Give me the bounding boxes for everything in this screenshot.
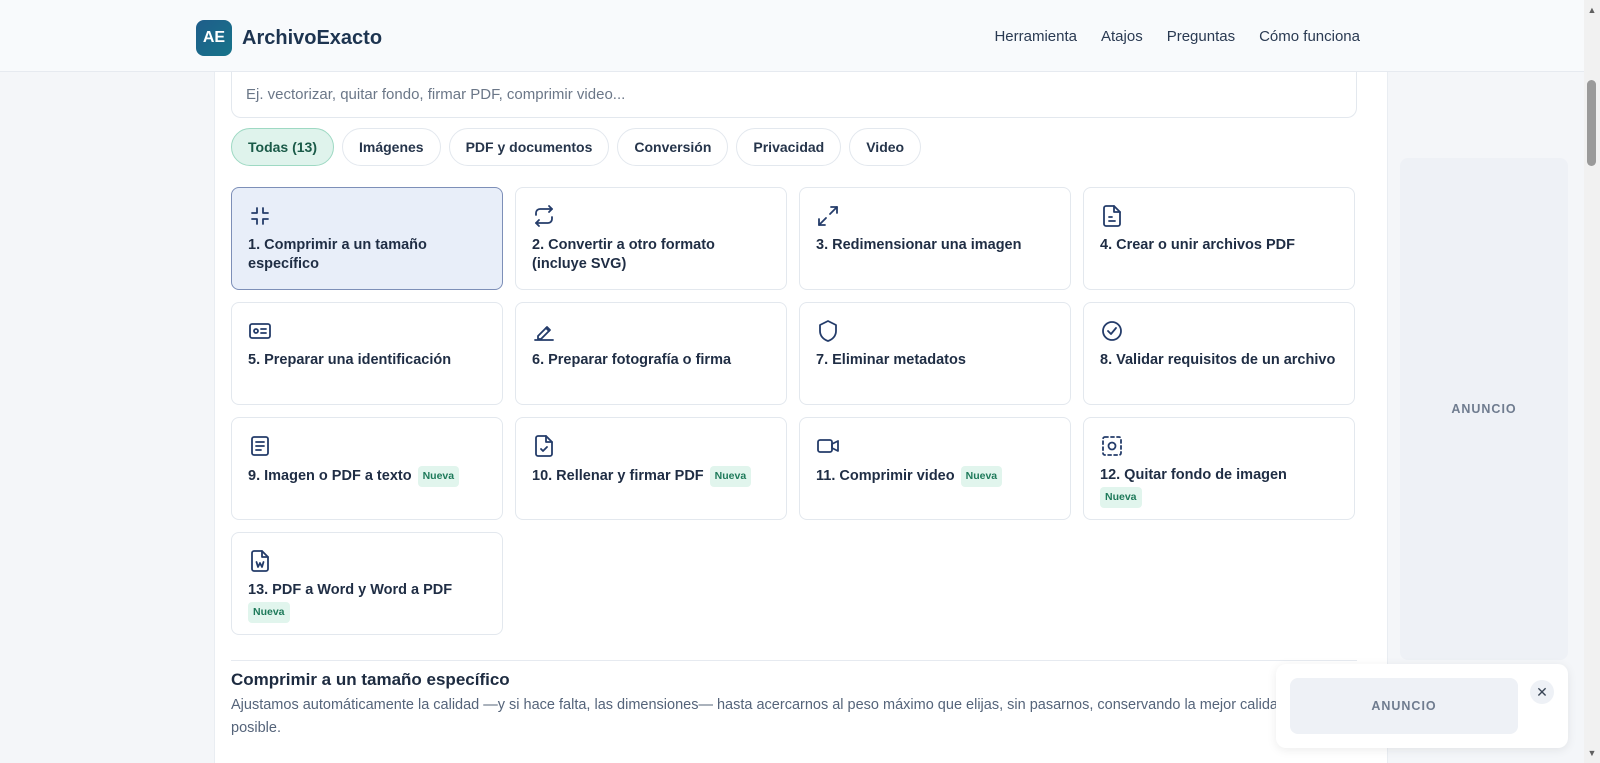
tool-title: 13. PDF a Word y Word a PDF Nueva (248, 581, 486, 623)
ad-popup: ANUNCIO ✕ (1276, 664, 1568, 748)
shield-icon (816, 319, 842, 345)
file-check-icon (532, 434, 558, 460)
close-icon[interactable]: ✕ (1530, 680, 1554, 704)
new-badge: Nueva (417, 466, 460, 487)
scrollbar[interactable]: ▲ ▼ (1584, 0, 1600, 763)
scroll-up-arrow-icon[interactable]: ▲ (1587, 5, 1597, 15)
brand-logo: AE (196, 20, 232, 56)
filter-imagenes[interactable]: Imágenes (341, 128, 441, 166)
tool-title: 9. Imagen o PDF a texto Nueva (248, 466, 486, 487)
section-divider (231, 660, 1357, 661)
tool-title: 5. Preparar una identificación (248, 352, 452, 368)
tool-card-signature[interactable]: 6. Preparar fotografía o firma (515, 302, 787, 405)
ad-sidebar[interactable]: ANUNCIO (1400, 158, 1568, 660)
tool-card-remove-bg[interactable]: 12. Quitar fondo de imagen Nueva (1083, 417, 1355, 520)
ad-label: ANUNCIO (1451, 402, 1517, 416)
check-circle-icon (1100, 319, 1126, 345)
file-icon (1100, 204, 1126, 230)
tool-title: 1. Comprimir a un tamaño específico (248, 237, 427, 272)
filter-pdf-documentos[interactable]: PDF y documentos (448, 128, 610, 166)
site-header: AE ArchivoExacto Herramienta Atajos Preg… (0, 0, 1584, 72)
nav-atajos[interactable]: Atajos (1101, 28, 1143, 45)
resize-icon (816, 204, 842, 230)
tool-card-pdf-word[interactable]: 13. PDF a Word y Word a PDF Nueva (231, 532, 503, 635)
tool-title-text: 12. Quitar fondo de imagen (1100, 467, 1287, 483)
section-title: Comprimir a un tamaño específico (231, 670, 510, 689)
tool-card-compress[interactable]: 1. Comprimir a un tamaño específico (231, 187, 503, 290)
new-badge: Nueva (248, 602, 290, 623)
word-file-icon (248, 549, 274, 575)
search-input[interactable] (231, 72, 1357, 118)
tool-title: 4. Crear o unir archivos PDF (1100, 237, 1296, 253)
main-nav: Herramienta Atajos Preguntas Cómo funcio… (994, 28, 1360, 45)
tool-card-validate[interactable]: 8. Validar requisitos de un archivo (1083, 302, 1355, 405)
tool-title: 2. Convertir a otro formato (incluye SVG… (532, 237, 715, 272)
nav-preguntas[interactable]: Preguntas (1167, 28, 1235, 45)
tool-card-id[interactable]: 5. Preparar una identificación (231, 302, 503, 405)
tool-title: 6. Preparar fotografía o firma (532, 352, 732, 368)
brand[interactable]: AE ArchivoExacto (196, 20, 382, 56)
tool-title-text: 10. Rellenar y firmar PDF (532, 468, 704, 484)
tool-card-resize[interactable]: 3. Redimensionar una imagen (799, 187, 1071, 290)
tool-title: 11. Comprimir video Nueva (816, 466, 1054, 487)
filter-privacidad[interactable]: Privacidad (736, 128, 842, 166)
tool-card-metadata[interactable]: 7. Eliminar metadatos (799, 302, 1071, 405)
ad-popup-content[interactable]: ANUNCIO (1290, 678, 1518, 734)
tool-title-text: 9. Imagen o PDF a texto (248, 468, 412, 484)
signature-icon (532, 319, 558, 345)
tool-panel: Todas (13) Imágenes PDF y documentos Con… (214, 72, 1388, 763)
tool-title-text: 11. Comprimir video (816, 468, 955, 484)
tool-card-video[interactable]: 11. Comprimir video Nueva (799, 417, 1071, 520)
filter-chips: Todas (13) Imágenes PDF y documentos Con… (231, 128, 922, 166)
nav-como-funciona[interactable]: Cómo funciona (1259, 28, 1360, 45)
section-description: Ajustamos automáticamente la calidad —y … (231, 697, 1287, 736)
tool-title: 8. Validar requisitos de un archivo (1100, 352, 1336, 368)
tool-title-text: 13. PDF a Word y Word a PDF (248, 582, 453, 598)
ad-label: ANUNCIO (1371, 699, 1437, 713)
tool-card-convert[interactable]: 2. Convertir a otro formato (incluye SVG… (515, 187, 787, 290)
brand-name: ArchivoExacto (242, 26, 383, 49)
scroll-down-arrow-icon[interactable]: ▼ (1587, 748, 1597, 758)
text-document-icon (248, 434, 274, 460)
tool-grid: 1. Comprimir a un tamaño específico 2. C… (231, 187, 1357, 635)
new-badge: Nueva (1100, 487, 1142, 508)
tool-card-fill-sign[interactable]: 10. Rellenar y firmar PDF Nueva (515, 417, 787, 520)
convert-icon (532, 204, 558, 230)
compress-icon (248, 204, 274, 230)
nav-herramienta[interactable]: Herramienta (994, 28, 1077, 45)
scroll-thumb[interactable] (1587, 80, 1596, 166)
filter-video[interactable]: Video (849, 128, 922, 166)
video-icon (816, 434, 842, 460)
background-remove-icon (1100, 434, 1126, 460)
tool-card-ocr[interactable]: 9. Imagen o PDF a texto Nueva (231, 417, 503, 520)
tool-title: 12. Quitar fondo de imagen Nueva (1100, 466, 1338, 508)
new-badge: Nueva (960, 466, 1003, 487)
new-badge: Nueva (709, 466, 752, 487)
filter-conversion[interactable]: Conversión (617, 128, 729, 166)
tool-card-pdf[interactable]: 4. Crear o unir archivos PDF (1083, 187, 1355, 290)
filter-todas[interactable]: Todas (13) (231, 128, 334, 166)
tool-title: 10. Rellenar y firmar PDF Nueva (532, 466, 770, 487)
tool-title: 3. Redimensionar una imagen (816, 237, 1022, 253)
tool-title: 7. Eliminar metadatos (816, 352, 966, 368)
id-card-icon (248, 319, 274, 345)
